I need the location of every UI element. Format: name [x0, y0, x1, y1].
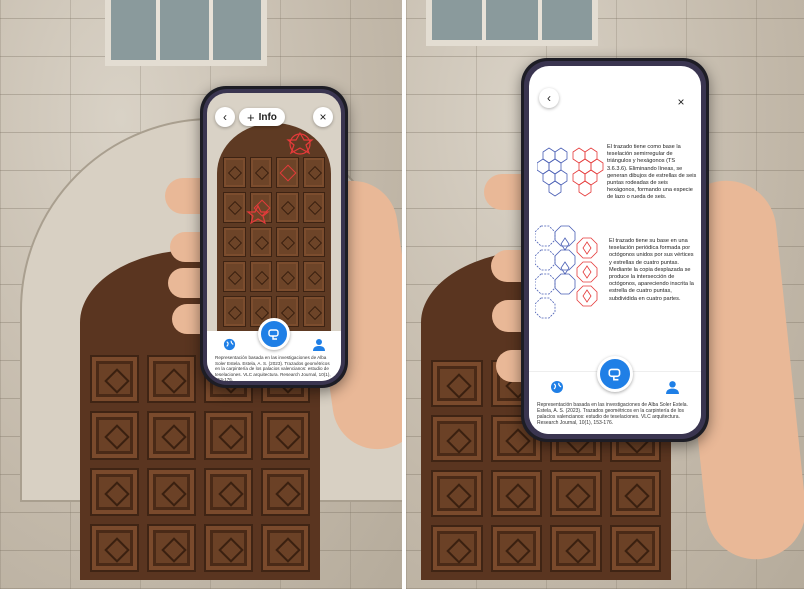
info-label: Info [258, 111, 277, 123]
ar-scan-icon [268, 329, 279, 340]
chevron-left-icon: ‹ [547, 91, 551, 105]
ar-star-overlay [286, 131, 314, 155]
hexagon-star-pattern [537, 147, 604, 197]
close-button[interactable]: × [313, 107, 333, 127]
window [426, 0, 598, 46]
bottom-panel: Representación basada en las investigaci… [529, 356, 701, 434]
octagon-star-pattern [535, 225, 598, 319]
left-photo-panel: ‹ + Info × Representación basada en las … [0, 0, 402, 589]
close-button[interactable]: × [671, 92, 691, 112]
close-icon: × [319, 110, 327, 124]
close-icon: × [677, 95, 685, 109]
plus-icon: + [247, 109, 255, 125]
ar-scan-button[interactable] [597, 356, 633, 392]
bottom-panel: Representación basada en las investigaci… [207, 318, 341, 381]
info-screen: ‹ × El trazado tiene como base la tesela… [529, 66, 701, 434]
user-icon[interactable] [311, 336, 327, 352]
window [105, 0, 267, 66]
user-icon[interactable] [665, 379, 681, 395]
globe-icon[interactable] [221, 336, 237, 352]
phone-left: ‹ + Info × Representación basada en las … [200, 86, 348, 388]
pattern-description-2: El trazado tiene su base en una teselaci… [609, 238, 694, 302]
ar-star-overlay [246, 205, 270, 225]
right-photo-panel: ‹ × El trazado tiene como base la tesela… [406, 0, 804, 589]
info-button[interactable]: + Info [239, 108, 285, 126]
credit-text: Representación basada en las investigaci… [537, 402, 688, 426]
globe-icon[interactable] [549, 379, 565, 395]
credit-text: Representación basada en las investigaci… [215, 355, 331, 381]
pattern-description-1: El trazado tiene como base la teselación… [607, 144, 697, 201]
ar-scan-button[interactable] [258, 318, 290, 350]
back-button[interactable]: ‹ [215, 107, 235, 127]
ar-scan-icon [608, 368, 621, 381]
back-button[interactable]: ‹ [539, 88, 559, 108]
chevron-left-icon: ‹ [223, 110, 227, 124]
phone-right: ‹ × El trazado tiene como base la tesela… [521, 58, 709, 442]
ar-camera-view: ‹ + Info × Representación basada en las … [207, 93, 341, 381]
ar-door-view [217, 123, 331, 333]
